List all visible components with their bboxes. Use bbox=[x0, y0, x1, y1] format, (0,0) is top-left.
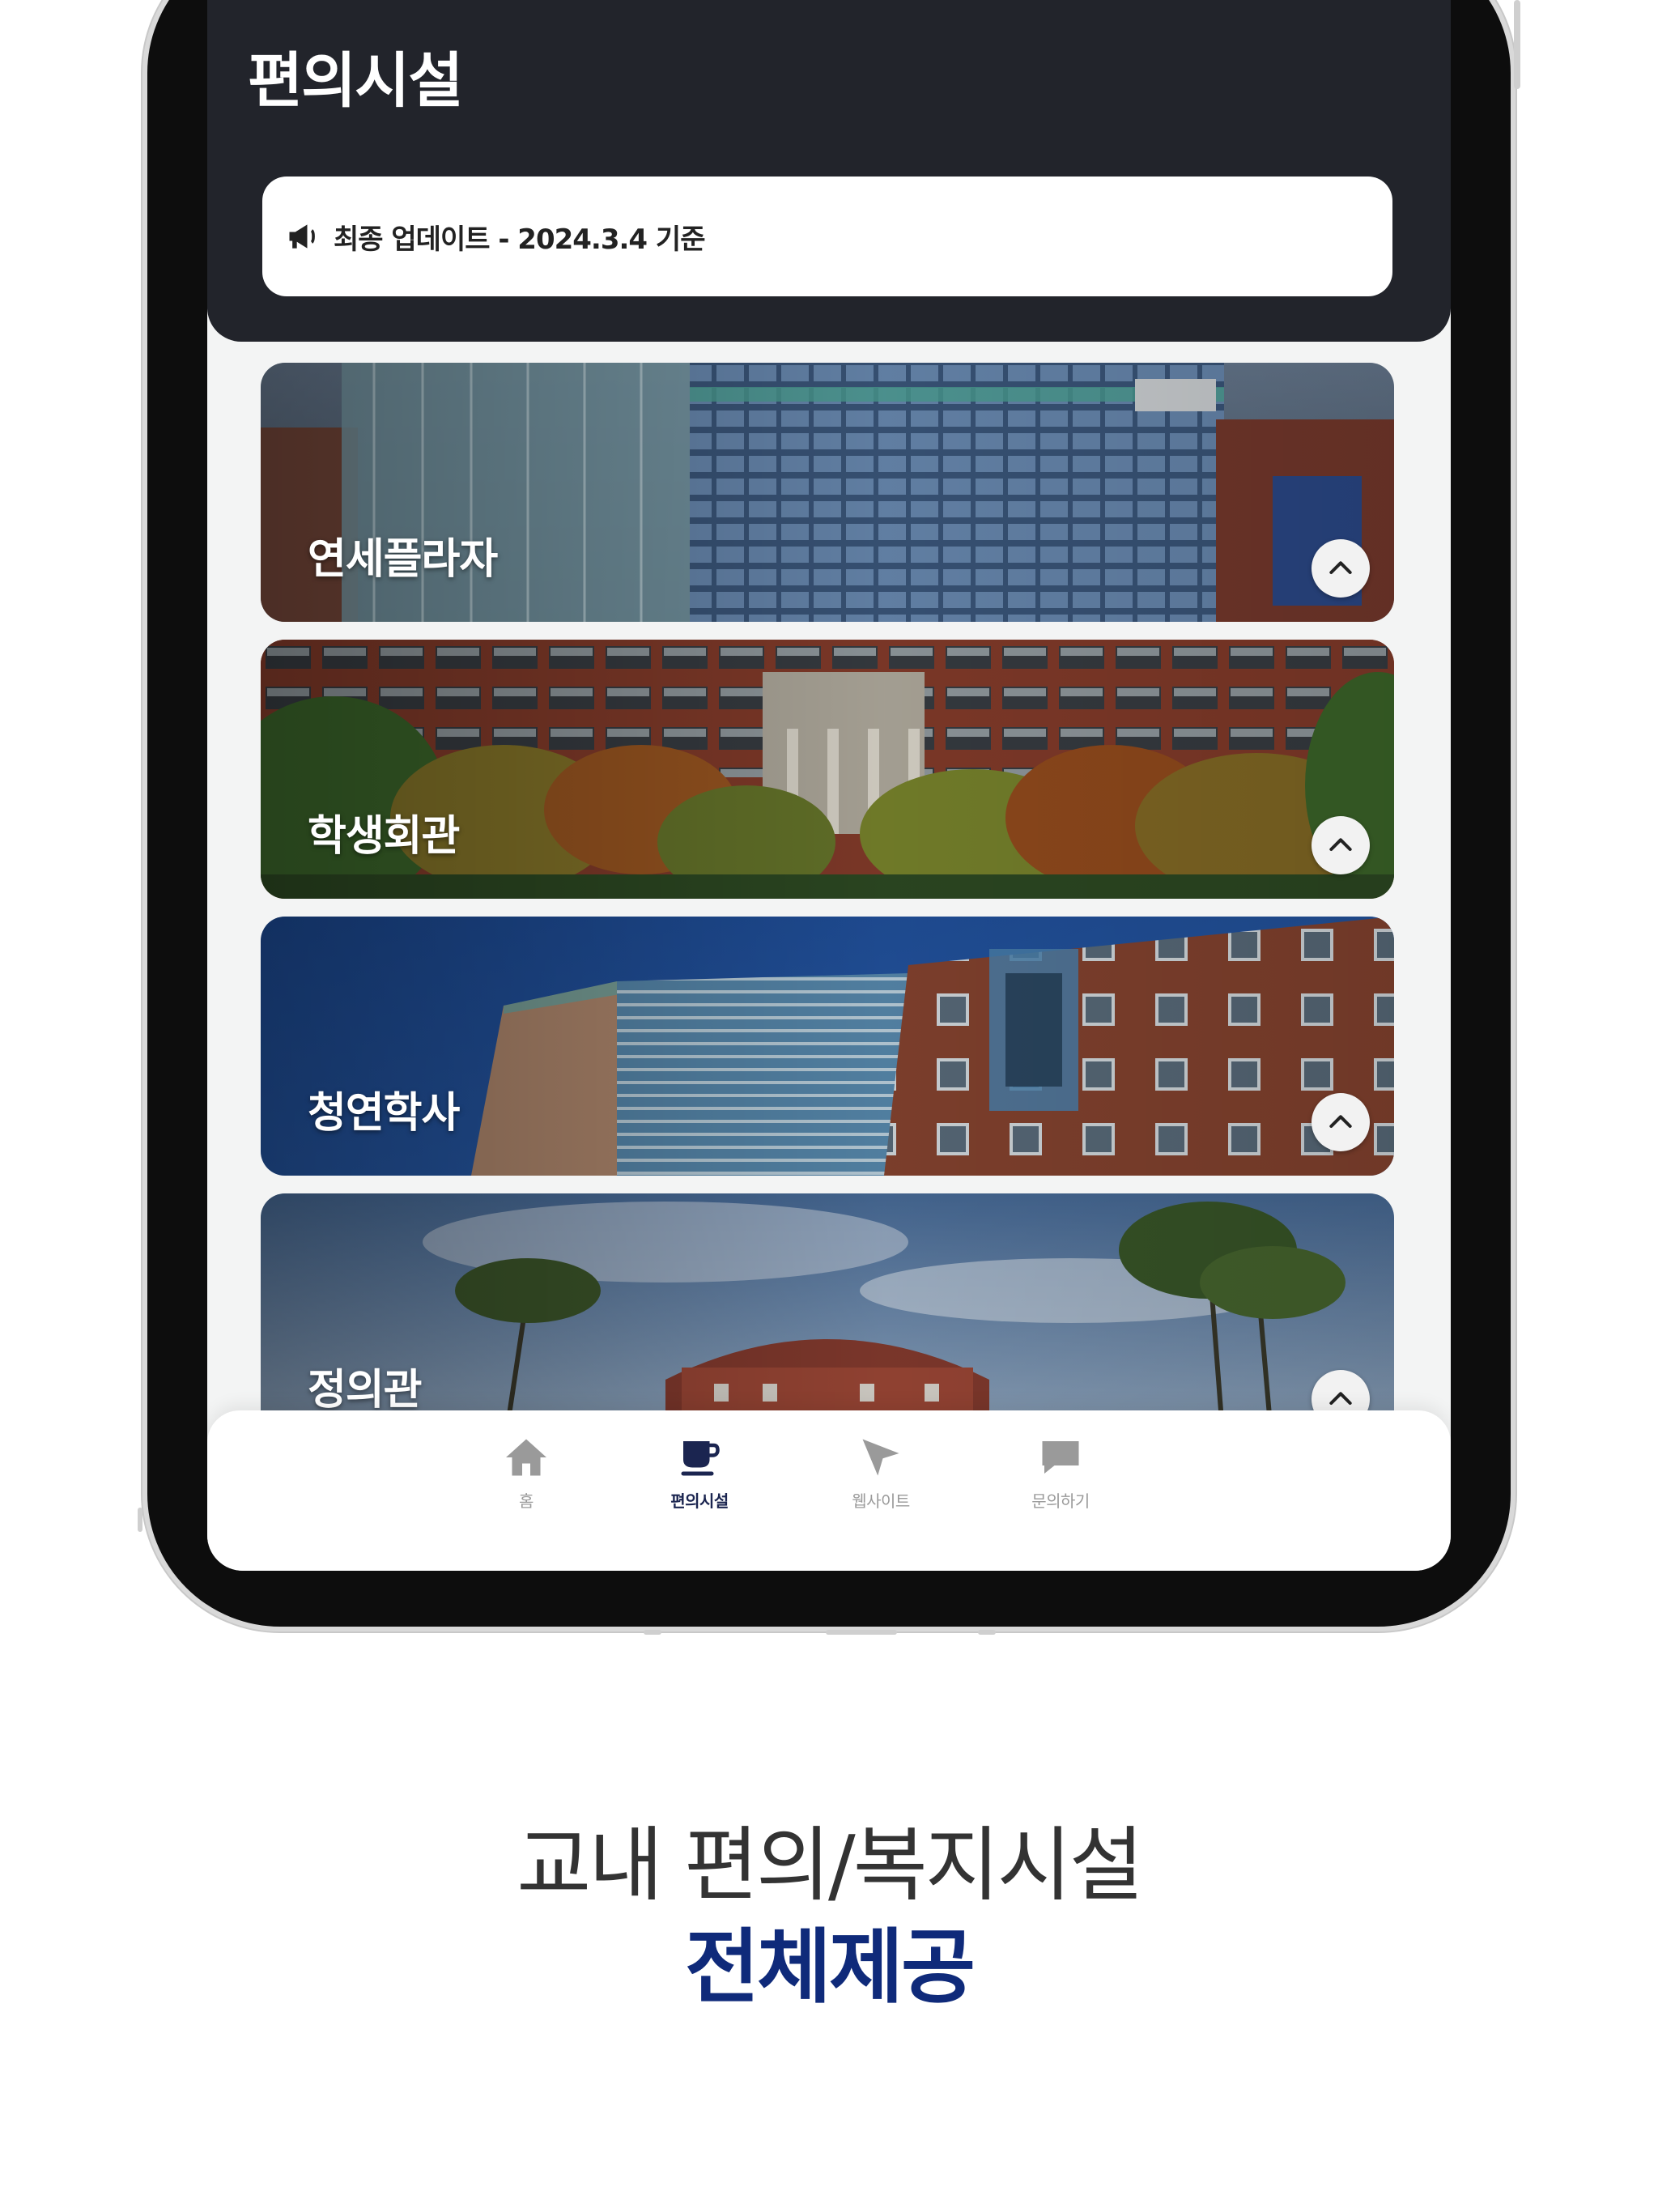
megaphone-icon bbox=[289, 224, 315, 249]
nav-label: 웹사이트 bbox=[852, 1491, 910, 1511]
tablet-bottom-connector bbox=[978, 1630, 996, 1635]
facility-name: 청연학사 bbox=[308, 1089, 460, 1138]
update-notice: 최종 업데이트 - 2024.3.4 기준 bbox=[262, 177, 1392, 296]
chevron-up-icon bbox=[1329, 838, 1352, 851]
nav-item-contact[interactable]: 문의하기 bbox=[996, 1433, 1125, 1530]
tablet-side-button bbox=[1514, 0, 1520, 89]
facility-card-yonsei-plaza[interactable]: 연세플라자 bbox=[261, 363, 1394, 622]
nav-item-facilities[interactable]: 편의시설 bbox=[635, 1433, 764, 1530]
facility-card-student-union[interactable]: 학생회관 bbox=[261, 640, 1394, 899]
bottom-nav: 홈 편의시설 웹사이트 문의하기 bbox=[207, 1410, 1451, 1571]
page-title: 편의시설 bbox=[248, 46, 463, 116]
tablet-side-button bbox=[138, 1508, 142, 1532]
expand-toggle-button[interactable] bbox=[1312, 816, 1370, 874]
caption-highlight: 전체제공 bbox=[685, 1920, 976, 2014]
page-header: 편의시설 최종 업데이트 - 2024.3.4 기준 bbox=[207, 0, 1451, 342]
facility-name: 정의관 bbox=[308, 1366, 423, 1414]
nav-label: 문의하기 bbox=[1031, 1491, 1090, 1511]
chat-icon bbox=[1042, 1441, 1079, 1474]
notice-text: 최종 업데이트 - 2024.3.4 기준 bbox=[334, 223, 705, 256]
cup-icon bbox=[681, 1441, 720, 1476]
nav-label: 홈 bbox=[519, 1491, 534, 1511]
expand-toggle-button[interactable] bbox=[1312, 539, 1370, 598]
tablet-bottom-connector bbox=[826, 1630, 897, 1635]
nav-item-website[interactable]: 웹사이트 bbox=[816, 1433, 946, 1530]
home-icon bbox=[506, 1439, 546, 1476]
caption-headline: 교내 편의/복지시설 bbox=[517, 1818, 1143, 1912]
cursor-icon bbox=[862, 1439, 899, 1476]
nav-item-home[interactable]: 홈 bbox=[461, 1433, 591, 1530]
tablet-bottom-connector bbox=[644, 1630, 661, 1635]
expand-toggle-button[interactable] bbox=[1312, 1093, 1370, 1151]
facility-name: 연세플라자 bbox=[308, 535, 498, 584]
facility-name: 학생회관 bbox=[308, 812, 460, 861]
chevron-up-icon bbox=[1329, 561, 1352, 574]
facility-card-cheongyeon-dorm[interactable]: 청연학사 bbox=[261, 917, 1394, 1176]
chevron-up-icon bbox=[1329, 1115, 1352, 1128]
nav-label: 편의시설 bbox=[670, 1491, 729, 1511]
app-screen: 편의시설 최종 업데이트 - 2024.3.4 기준 연세플라자 학생회관 청연… bbox=[207, 0, 1451, 1571]
